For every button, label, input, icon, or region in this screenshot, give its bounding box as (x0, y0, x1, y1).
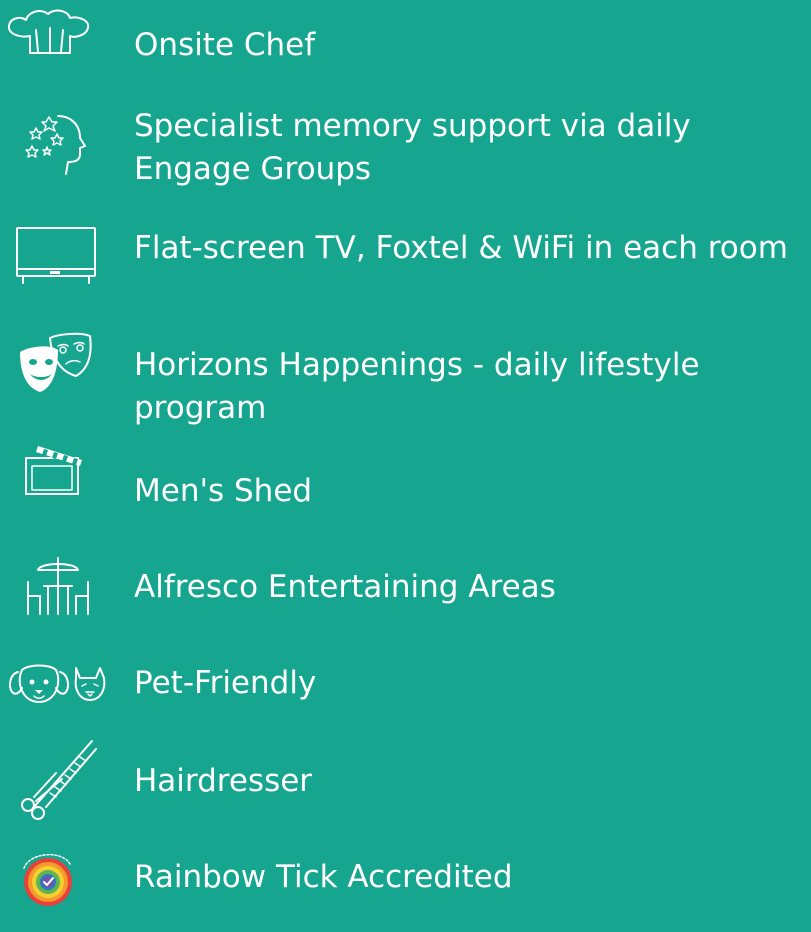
feature-label: Horizons Happenings - daily lifestyle pr… (134, 347, 700, 426)
feature-label: Hairdresser (134, 763, 313, 799)
memory-head-icon (0, 110, 110, 200)
feature-list: Onsite Chef Specialist memory support vi… (0, 0, 811, 913)
outdoor-table-umbrella-icon (0, 552, 110, 642)
scissors-comb-icon (0, 735, 110, 825)
feature-label: Specialist memory support via daily Enga… (134, 108, 691, 187)
dog-cat-icon (0, 648, 110, 738)
rainbow-tick-badge-icon (0, 842, 110, 932)
feature-label: Men's Shed (134, 473, 313, 509)
tv-icon (0, 222, 110, 312)
feature-label: Rainbow Tick Accredited (134, 859, 513, 895)
chef-hat-icon (0, 8, 110, 98)
theatre-masks-icon (0, 332, 110, 422)
feature-label: Pet-Friendly (134, 665, 317, 701)
clapperboard-icon (0, 440, 110, 530)
feature-label: Alfresco Entertaining Areas (134, 569, 556, 605)
feature-label: Flat-screen TV, Foxtel & WiFi in each ro… (134, 230, 788, 266)
feature-label: Onsite Chef (134, 27, 316, 63)
